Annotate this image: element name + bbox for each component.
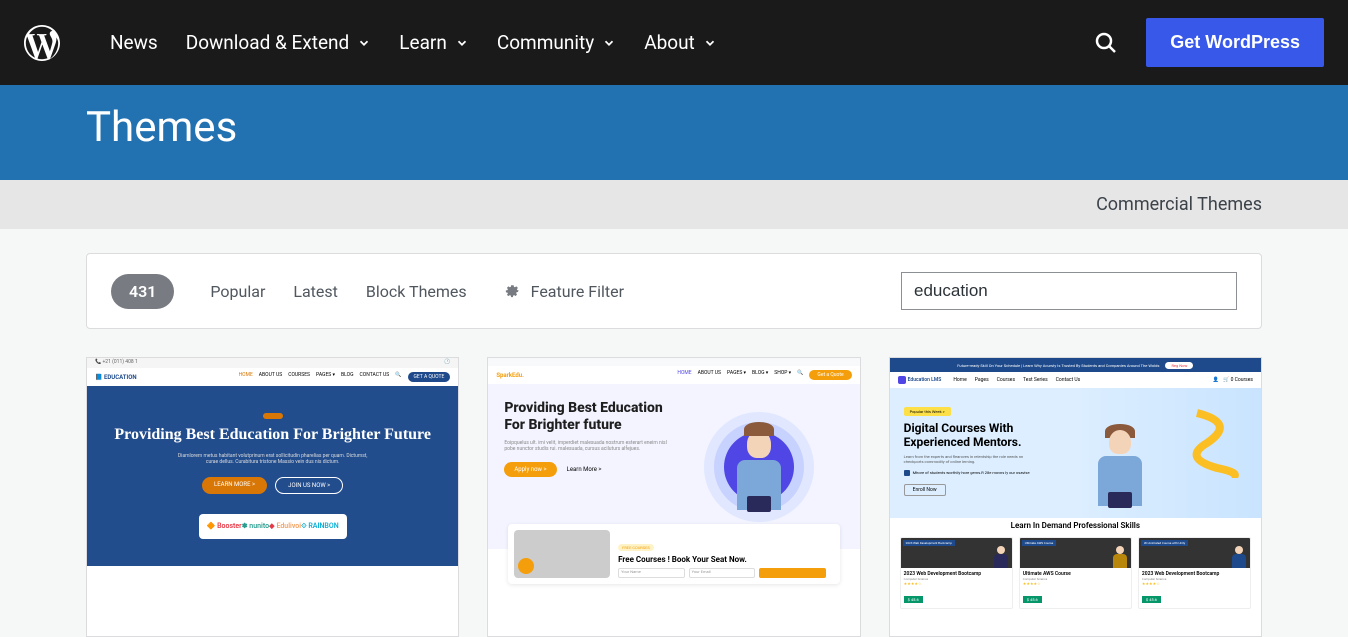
commercial-bar: Commercial Themes [0,180,1348,229]
nav-download[interactable]: Download & Extend [186,31,372,54]
page-title: Themes [86,103,1262,152]
feature-filter-button[interactable]: Feature Filter [503,282,624,301]
theme3-logo: Education LMS [898,376,942,384]
wordpress-logo[interactable] [24,25,60,61]
tab-block-themes[interactable]: Block Themes [366,282,467,301]
person-illustration [1092,424,1148,508]
get-wordpress-button[interactable]: Get WordPress [1146,18,1324,67]
nav-news[interactable]: News [110,31,158,54]
feature-filter-label: Feature Filter [531,282,624,301]
theme-card-sparkedu[interactable]: SparkEdu. HOME ABOUT US PAGES ▾ BLOG ▾ S… [487,357,860,637]
nav-about[interactable]: About [644,31,717,54]
search-icon [1094,31,1118,55]
course-card: Ultimate AWS Course Ultimate AWS CourseC… [1019,537,1132,609]
course-card: 2D Animated Course with Unity 2023 Web D… [1138,537,1251,609]
tab-latest[interactable]: Latest [293,282,338,301]
search-button[interactable] [1094,31,1118,55]
filter-tabs: Popular Latest Block Themes [210,282,466,301]
theme1-hero-title: Providing Best Education For Brighter Fu… [114,425,431,444]
chevron-down-icon [703,36,717,50]
course-card: 2023 Web Development Bootcamp 2023 Web D… [900,537,1013,609]
chevron-down-icon [602,36,616,50]
theme1-logo: 📘 EDUCATION [95,374,137,381]
nav-learn[interactable]: Learn [399,31,469,54]
header-right: Get WordPress [1094,18,1324,67]
theme3-section-title: Learn In Demand Professional Skills [890,521,1261,530]
theme2-logo: SparkEdu. [496,372,524,379]
chevron-down-icon [357,36,371,50]
theme-card-education-lms[interactable]: Future-ready Skill On Your Schedule | Le… [889,357,1262,637]
theme-grid: 📞 +21 (011) 408 1🕐 📘 EDUCATION HOME ABOU… [86,357,1262,637]
search-input[interactable] [901,272,1237,310]
filter-container: 431 Popular Latest Block Themes Feature … [86,253,1262,329]
filter-bar: 431 Popular Latest Block Themes Feature … [86,253,1262,329]
person-illustration [729,422,789,512]
main-header: News Download & Extend Learn Community A… [0,0,1348,85]
play-icon [518,558,534,574]
commercial-themes-link[interactable]: Commercial Themes [1096,194,1262,215]
gear-icon [503,282,521,300]
main-nav: News Download & Extend Learn Community A… [110,31,1094,54]
nav-community[interactable]: Community [497,31,616,54]
result-count-badge: 431 [111,274,174,309]
theme-card-education-hub[interactable]: 📞 +21 (011) 408 1🕐 📘 EDUCATION HOME ABOU… [86,357,459,637]
chevron-down-icon [455,36,469,50]
tab-popular[interactable]: Popular [210,282,265,301]
theme3-hero-title: Digital Courses With Experienced Mentors… [904,421,1083,450]
title-bar: Themes [0,85,1348,180]
theme2-hero-title: Providing Best Education For Brighter fu… [504,400,674,434]
